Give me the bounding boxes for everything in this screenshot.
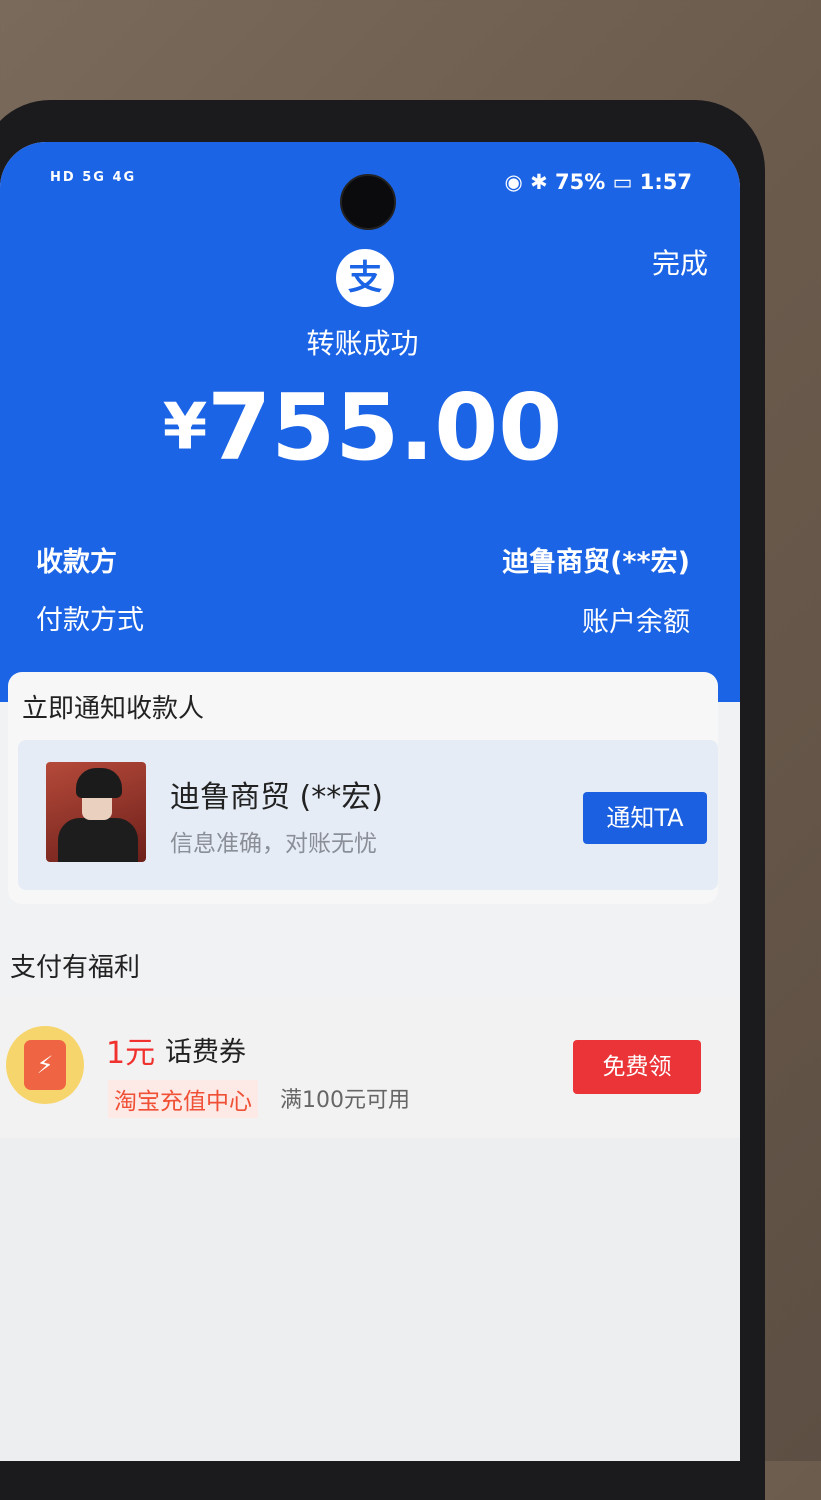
screen: HD 5G 4G ◉ ✱ 75% ▭ 1:57 完成 支 转账成功 ¥755.0…: [0, 142, 740, 1461]
payee-row: 迪鲁商贸 (**宏) 信息准确，对账无忧 通知TA: [18, 740, 718, 890]
payee-name: 迪鲁商贸 (**宏): [170, 780, 383, 815]
status-right: ◉ ✱ 75% ▭ 1:57: [504, 170, 692, 194]
avatar: [46, 762, 146, 862]
coupon-name: 话费券: [165, 1037, 246, 1068]
coupon-amount: 1元: [106, 1036, 156, 1071]
signal-indicators: HD 5G 4G: [50, 170, 137, 185]
payee-value: 迪鲁商贸(**宏): [502, 547, 690, 578]
lightning-icon: ⚡: [24, 1040, 66, 1090]
payment-method-value: 账户余额: [582, 607, 690, 638]
benefits-title: 支付有福利: [10, 953, 141, 983]
coupon-row: ⚡ 1元 话费券 淘宝充值中心 满100元可用 免费领: [0, 998, 740, 1138]
payee-label: 收款方: [36, 547, 117, 578]
payee-subtitle: 信息准确，对账无忧: [170, 831, 377, 857]
currency-symbol: ¥: [162, 390, 208, 465]
empty-area: [0, 1138, 740, 1461]
notify-button[interactable]: 通知TA: [583, 792, 707, 844]
status-bar: HD 5G 4G ◉ ✱ 75% ▭ 1:57: [0, 162, 740, 230]
notify-payee-card: 立即通知收款人 迪鲁商贸 (**宏) 信息准确，对账无忧 通知TA: [8, 672, 718, 904]
bluetooth-icon: ✱: [530, 170, 548, 194]
eye-icon: ◉: [504, 170, 523, 194]
amount-value: 755.00: [207, 374, 563, 481]
notify-card-title: 立即通知收款人: [22, 694, 205, 724]
clock: 1:57: [639, 170, 692, 194]
phone-charge-icon: ⚡: [6, 1026, 84, 1104]
claim-free-button[interactable]: 免费领: [573, 1040, 701, 1094]
battery-percent: 75%: [555, 170, 606, 194]
coupon-source-tag: 淘宝充值中心: [108, 1080, 258, 1118]
payment-method-label: 付款方式: [36, 605, 144, 636]
transfer-status-title: 转账成功: [306, 327, 419, 360]
coupon-condition: 满100元可用: [280, 1088, 410, 1113]
alipay-logo-icon: 支: [336, 249, 394, 307]
done-button[interactable]: 完成: [652, 242, 708, 282]
battery-icon: ▭: [612, 170, 633, 194]
camera-cutout: [340, 174, 396, 230]
transfer-amount: ¥755.00: [0, 374, 725, 481]
